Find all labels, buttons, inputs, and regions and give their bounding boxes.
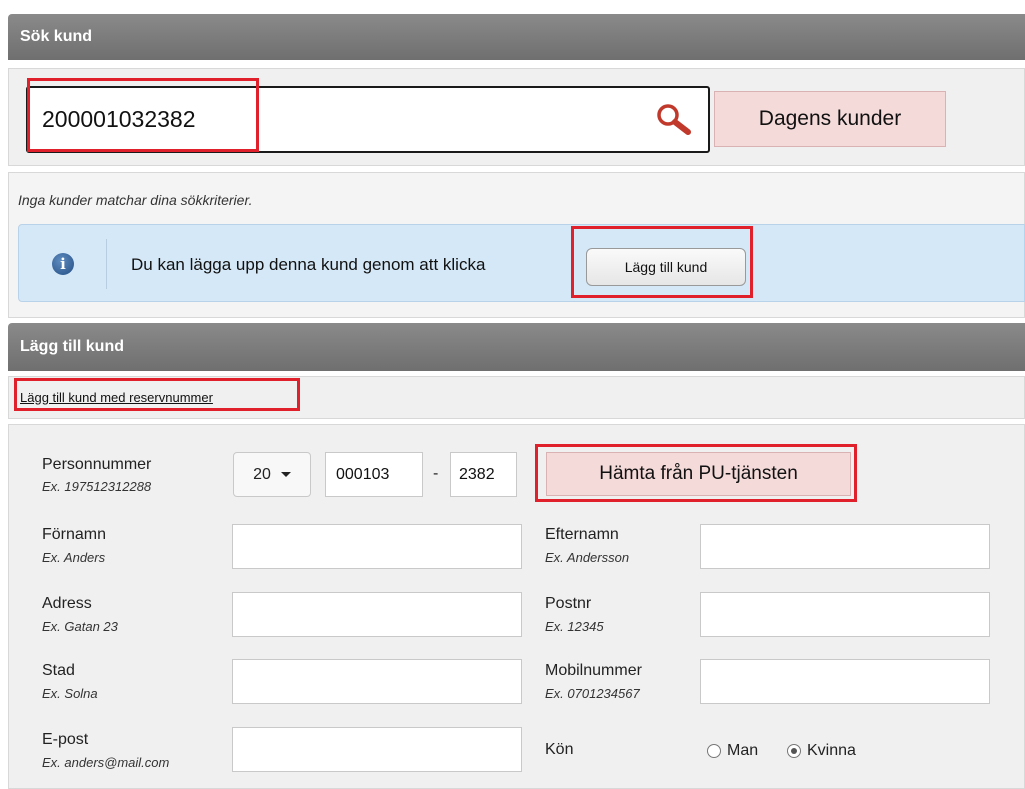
radio-kvinna-label: Kvinna	[807, 742, 856, 759]
search-input[interactable]: 200001032382	[26, 86, 710, 153]
no-match-message: Inga kunder matchar dina sökkriterier.	[18, 192, 253, 208]
radio-kvinna[interactable]	[787, 744, 801, 758]
radio-man-label: Man	[727, 742, 759, 759]
add-with-reserve-number-link[interactable]: Lägg till kund med reservnummer	[20, 390, 213, 405]
adress-label: Adress	[42, 595, 92, 612]
fetch-from-pu-button[interactable]: Hämta från PU-tjänsten	[546, 452, 851, 496]
adress-example: Ex. Gatan 23	[42, 619, 118, 634]
fornamn-example: Ex. Anders	[42, 550, 106, 565]
personnummer-last-input[interactable]: 2382	[450, 452, 517, 497]
todays-customers-button[interactable]: Dagens kunder	[714, 91, 946, 147]
mobil-input[interactable]	[700, 659, 990, 704]
century-select[interactable]: 20	[233, 452, 311, 497]
kon-label: Kön	[545, 741, 574, 758]
epost-example: Ex. anders@mail.com	[42, 755, 170, 770]
fornamn-input[interactable]	[232, 524, 522, 569]
efternamn-example: Ex. Andersson	[545, 550, 630, 565]
postnr-example: Ex. 12345	[545, 619, 604, 634]
personnummer-label: Personnummer	[42, 456, 152, 473]
personnummer-example: Ex. 197512312288	[42, 479, 152, 494]
personnummer-dash: -	[433, 465, 439, 482]
chevron-down-icon	[280, 472, 291, 477]
adress-input[interactable]	[232, 592, 522, 637]
efternamn-input[interactable]	[700, 524, 990, 569]
search-input-value: 200001032382	[42, 106, 196, 132]
epost-input[interactable]	[232, 727, 522, 772]
mobil-example: Ex. 0701234567	[545, 686, 640, 701]
fornamn-label: Förnamn	[42, 526, 107, 543]
personnummer-last-value: 2382	[459, 465, 495, 483]
postnr-label: Postnr	[545, 595, 592, 612]
personnummer-date-input[interactable]: 000103	[325, 452, 423, 497]
epost-label: E-post	[42, 731, 89, 748]
personnummer-date-value: 000103	[336, 465, 390, 483]
postnr-input[interactable]	[700, 592, 990, 637]
search-section-title: Sök kund	[20, 28, 93, 45]
add-section-title: Lägg till kund	[20, 338, 124, 355]
info-alert-text: Du kan lägga upp denna kund genom att kl…	[131, 255, 486, 274]
info-alert: i Du kan lägga upp denna kund genom att …	[18, 224, 1025, 302]
add-section-header: Lägg till kund	[8, 323, 1025, 371]
search-icon[interactable]	[654, 102, 694, 138]
stad-label: Stad	[42, 662, 75, 679]
search-section-header: Sök kund	[8, 14, 1025, 60]
stad-example: Ex. Solna	[42, 686, 98, 701]
info-divider	[106, 239, 107, 289]
radio-man[interactable]	[707, 744, 721, 758]
stad-input[interactable]	[232, 659, 522, 704]
efternamn-label: Efternamn	[545, 526, 619, 543]
mobil-label: Mobilnummer	[545, 662, 642, 679]
info-icon: i	[52, 253, 74, 275]
add-customer-button[interactable]: Lägg till kund	[586, 248, 746, 286]
century-value: 20	[253, 465, 271, 483]
